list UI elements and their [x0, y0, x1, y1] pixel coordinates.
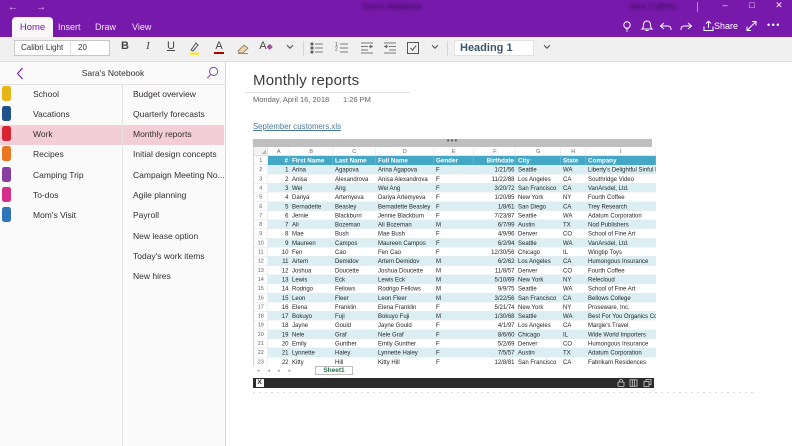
svg-text:2: 2 — [335, 47, 338, 53]
